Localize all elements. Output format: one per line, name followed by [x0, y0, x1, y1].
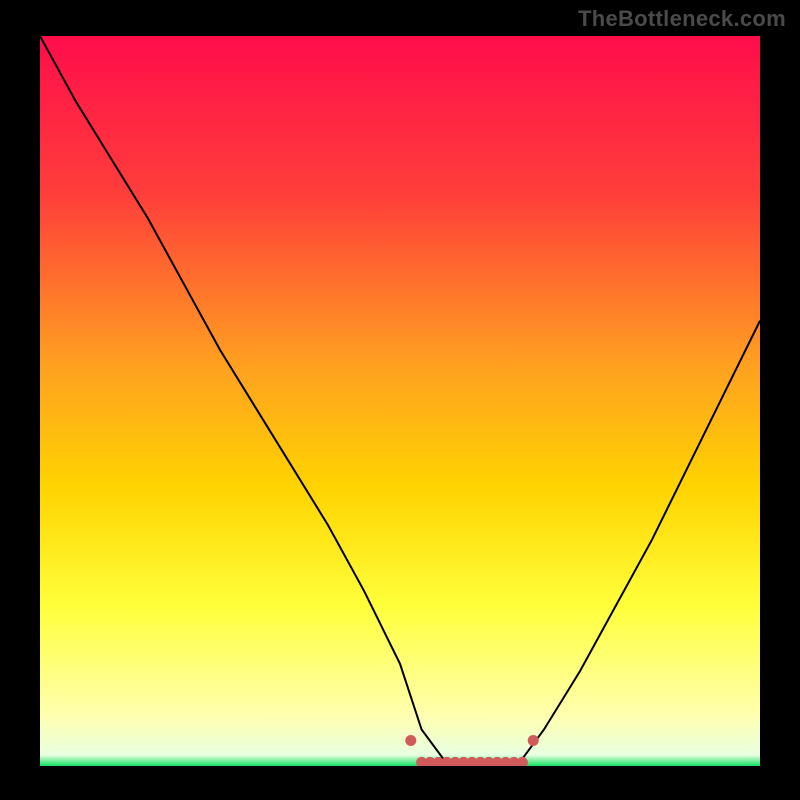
watermark-text: TheBottleneck.com	[578, 6, 786, 32]
plot-area	[40, 36, 760, 766]
gradient-background	[40, 36, 760, 766]
bottleneck-chart	[40, 36, 760, 766]
chart-frame: TheBottleneck.com	[0, 0, 800, 800]
